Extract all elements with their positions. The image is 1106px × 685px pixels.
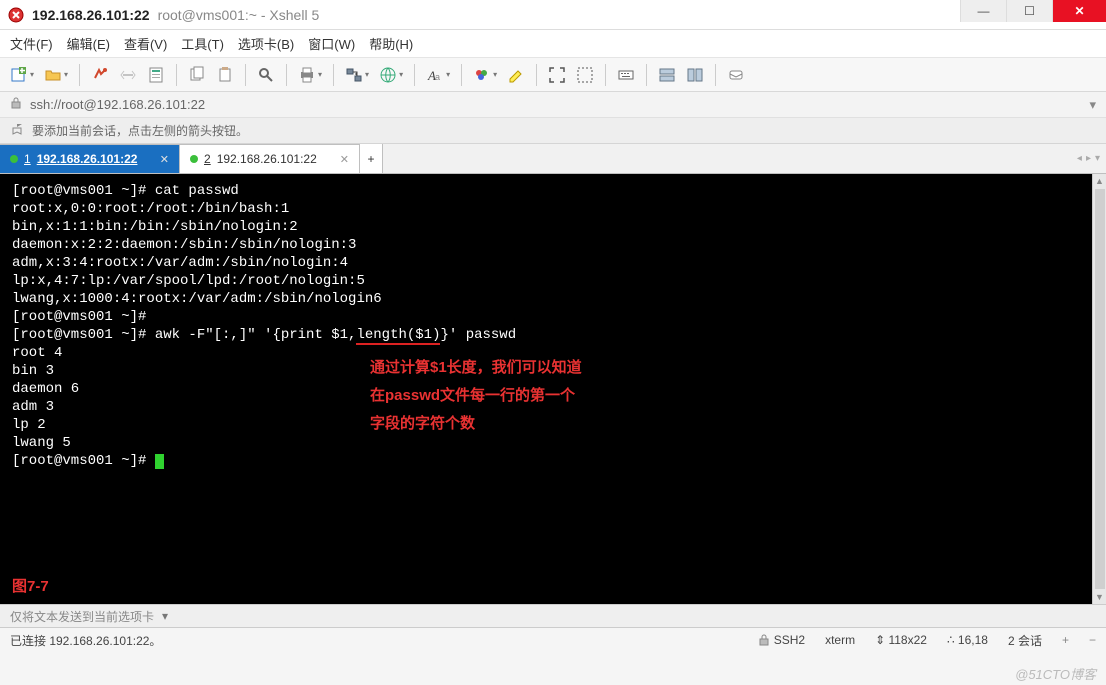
font-button[interactable]: Aa <box>424 63 452 87</box>
transfer-button[interactable] <box>343 63 371 87</box>
menu-window[interactable]: 窗口(W) <box>308 34 355 53</box>
watermark: @51CTO博客 <box>1015 664 1096 683</box>
transparency-button[interactable] <box>574 63 596 87</box>
open-session-button[interactable] <box>42 63 70 87</box>
tab-index: 1 <box>24 152 31 166</box>
tabs-list-icon[interactable]: ▾ <box>1095 153 1100 164</box>
address-url[interactable]: ssh://root@192.168.26.101:22 <box>30 97 1081 112</box>
close-button[interactable]: ✕ <box>1052 0 1106 22</box>
separator <box>536 64 537 86</box>
separator <box>176 64 177 86</box>
menu-tabs[interactable]: 选项卡(B) <box>238 34 294 53</box>
paste-button[interactable] <box>214 63 236 87</box>
hint-text: 要添加当前会话，点击左侧的箭头按钮。 <box>32 122 248 139</box>
tab-close-icon[interactable]: ✕ <box>340 153 349 166</box>
plus-icon: + <box>367 152 374 166</box>
encoding-button[interactable] <box>377 63 405 87</box>
scroll-thumb[interactable] <box>1095 189 1105 589</box>
terminal-area: [root@vms001 ~]# cat passwd root:x,0:0:r… <box>0 174 1106 604</box>
session-tabs: 1 192.168.26.101:22 ✕ 2 192.168.26.101:2… <box>0 144 1106 174</box>
menu-view[interactable]: 查看(V) <box>124 34 167 53</box>
send-bar-dropdown-icon[interactable]: ▾ <box>162 609 168 623</box>
terminal-scrollbar[interactable]: ▲ ▼ <box>1092 174 1106 604</box>
tab-close-icon[interactable]: ✕ <box>160 153 169 166</box>
menu-edit[interactable]: 编辑(E) <box>67 34 110 53</box>
tabs-next-icon[interactable]: ▸ <box>1086 153 1091 164</box>
tab-label: 192.168.26.101:22 <box>217 152 317 166</box>
status-ssh: SSH2 <box>758 633 805 647</box>
hint-bar: 要添加当前会话，点击左侧的箭头按钮。 <box>0 118 1106 144</box>
status-term: xterm <box>825 633 855 647</box>
separator <box>79 64 80 86</box>
window-title-sub: root@vms001:~ - Xshell 5 <box>158 7 320 23</box>
separator <box>605 64 606 86</box>
find-button[interactable] <box>255 63 277 87</box>
print-button[interactable] <box>296 63 324 87</box>
session-tab-2[interactable]: 2 192.168.26.101:22 ✕ <box>180 144 360 173</box>
separator <box>715 64 716 86</box>
tab-label: 192.168.26.101:22 <box>37 152 138 166</box>
fullscreen-button[interactable] <box>546 63 568 87</box>
tab-add-button[interactable]: + <box>359 144 383 173</box>
status-connection: 已连接 192.168.26.101:22。 <box>10 632 161 649</box>
new-session-button[interactable] <box>8 63 36 87</box>
maximize-button[interactable]: ☐ <box>1006 0 1052 22</box>
toolbar: Aa <box>0 58 1106 92</box>
separator <box>333 64 334 86</box>
window-controls: — ☐ ✕ <box>960 0 1106 22</box>
highlight-button[interactable] <box>505 63 527 87</box>
separator <box>414 64 415 86</box>
scroll-down-icon[interactable]: ▼ <box>1093 590 1106 604</box>
status-size: ⇕ 118x22 <box>875 633 927 647</box>
annotation-line: 在passwd文件每一行的第一个 <box>370 382 582 410</box>
svg-text:a: a <box>435 72 440 82</box>
keyboard-button[interactable] <box>615 63 637 87</box>
help-button[interactable] <box>725 63 747 87</box>
menu-help[interactable]: 帮助(H) <box>369 34 413 53</box>
annotation-line: 字段的字符个数 <box>370 410 582 438</box>
app-icon <box>8 7 24 23</box>
separator <box>286 64 287 86</box>
minimize-button[interactable]: — <box>960 0 1006 22</box>
session-tab-1[interactable]: 1 192.168.26.101:22 ✕ <box>0 144 180 173</box>
status-dot-icon <box>190 155 198 163</box>
status-plus-icon[interactable]: + <box>1062 633 1069 647</box>
figure-label: 图7-7 <box>12 575 49 596</box>
menu-tools[interactable]: 工具(T) <box>181 34 224 53</box>
tab-index: 2 <box>204 152 211 166</box>
tile-horizontal-button[interactable] <box>656 63 678 87</box>
status-sessions: 2 会话 <box>1008 632 1042 649</box>
address-bar: ssh://root@192.168.26.101:22 ▾ <box>0 92 1106 118</box>
properties-button[interactable] <box>145 63 167 87</box>
window-title-main: 192.168.26.101:22 <box>32 7 150 23</box>
status-rowcol: ∴ 16,18 <box>947 633 988 647</box>
menu-file[interactable]: 文件(F) <box>10 34 53 53</box>
status-minus-icon[interactable]: − <box>1089 633 1096 647</box>
address-dropdown-icon[interactable]: ▾ <box>1089 97 1096 113</box>
reconnect-button[interactable] <box>89 63 111 87</box>
send-bar-text: 仅将文本发送到当前选项卡 <box>10 608 154 625</box>
status-dot-icon <box>10 155 18 163</box>
tabs-prev-icon[interactable]: ◂ <box>1077 153 1082 164</box>
status-bar: 已连接 192.168.26.101:22。 SSH2 xterm ⇕ 118x… <box>0 628 1106 652</box>
titlebar: 192.168.26.101:22 root@vms001:~ - Xshell… <box>0 0 1106 30</box>
copy-button[interactable] <box>186 63 208 87</box>
scroll-up-icon[interactable]: ▲ <box>1093 174 1106 188</box>
menubar: 文件(F) 编辑(E) 查看(V) 工具(T) 选项卡(B) 窗口(W) 帮助(… <box>0 30 1106 58</box>
separator <box>245 64 246 86</box>
tabs-nav: ◂ ▸ ▾ <box>1077 144 1100 173</box>
lock-icon <box>10 97 22 112</box>
tile-vertical-button[interactable] <box>684 63 706 87</box>
send-bar[interactable]: 仅将文本发送到当前选项卡 ▾ <box>0 604 1106 628</box>
color-scheme-button[interactable] <box>471 63 499 87</box>
disconnect-button[interactable] <box>117 63 139 87</box>
bookmark-add-icon[interactable] <box>10 122 24 139</box>
annotation-line: 通过计算$1长度，我们可以知道 <box>370 354 582 382</box>
separator <box>461 64 462 86</box>
separator <box>646 64 647 86</box>
annotation-overlay: 通过计算$1长度，我们可以知道 在passwd文件每一行的第一个 字段的字符个数 <box>370 354 582 438</box>
